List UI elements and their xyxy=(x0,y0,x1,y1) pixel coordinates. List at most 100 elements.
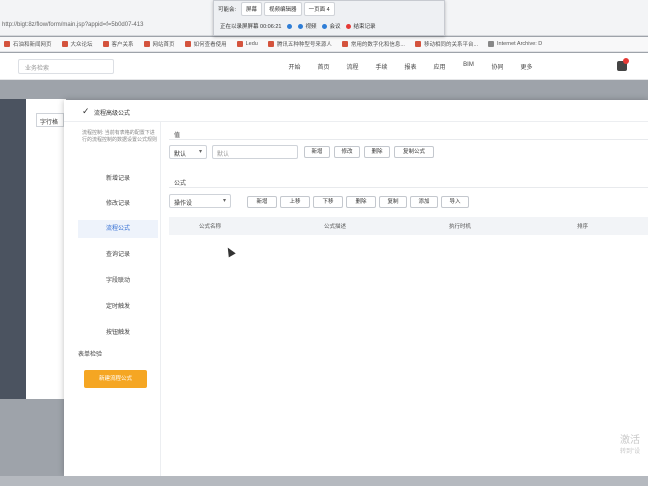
operation-select-text: 操作设 xyxy=(174,201,193,207)
column-header[interactable]: 公式名称 xyxy=(199,222,221,230)
bookmark-item[interactable]: Ledu xyxy=(236,41,258,47)
bookmark-icon xyxy=(488,41,495,47)
search-input[interactable]: 业务检索 xyxy=(18,59,114,74)
recording-timer: 正在以录屏屏幕 00:06:21 xyxy=(220,22,281,30)
column-header[interactable]: 执行时机 xyxy=(449,222,471,230)
chevron-down-icon: ▾ xyxy=(198,149,202,155)
recorder-label: 可能会: xyxy=(218,7,237,13)
new-flow-formula-button[interactable]: 新建流程公式 xyxy=(84,370,147,388)
dialog-sidebar: 流程控制: 当前有表格的配置下进行的流程控制的数据设置公式规则 新增记录 修改记… xyxy=(64,122,160,476)
divider xyxy=(169,187,648,188)
bookmark-label: Ledu xyxy=(245,41,258,47)
mic-button[interactable] xyxy=(287,23,293,29)
bookmark-label: 常用的数字化和信息... xyxy=(350,42,405,48)
bookmark-icon xyxy=(236,41,243,47)
edit-button[interactable]: 修改 xyxy=(334,146,360,158)
bookmark-label: 石油和新闻网页 xyxy=(13,42,52,48)
nav-item[interactable]: 协同 xyxy=(483,62,512,71)
stop-recording-button[interactable]: 结束记录 xyxy=(346,22,376,30)
url-text[interactable]: http://bigt:8z/flow/form/main.jsp?appid=… xyxy=(2,22,143,28)
add-formula-button[interactable]: 新增 xyxy=(247,196,277,208)
bookmarks-bar: 石油和新闻网页 大众论坛 客户关系 网站首页 如何查看使用 Ledu 腾讯五种种… xyxy=(0,37,648,52)
recorder-tab[interactable]: 一页面 4 xyxy=(303,2,335,16)
bookmark-item[interactable]: 网站首页 xyxy=(143,40,175,48)
left-sidebar xyxy=(0,99,26,399)
side-item-query-record[interactable]: 查询记录 xyxy=(78,246,158,264)
stop-label: 结束记录 xyxy=(353,24,376,30)
watermark-subtext: 转到"设 xyxy=(620,449,641,455)
bookmark-item[interactable]: 移动相同的关系平台... xyxy=(414,40,478,48)
recorder-tab[interactable]: 视频编辑器 xyxy=(264,2,302,16)
camera-icon xyxy=(298,23,304,29)
value-select-text: 默认 xyxy=(174,152,187,158)
bookmark-label: Internet Archive: D xyxy=(497,41,543,47)
video-button[interactable]: 视频 xyxy=(298,22,316,30)
footer-strip xyxy=(0,476,648,486)
recording-timer-text: 正在以录屏屏幕 00:06:21 xyxy=(220,24,282,30)
bookmark-item[interactable]: 大众论坛 xyxy=(61,40,93,48)
app-top-nav: 业务检索 开始 首页 流程 手续 报表 应用 BIM 协同 更多 xyxy=(0,53,648,80)
column-header[interactable]: 排序 xyxy=(577,222,588,230)
side-item-edit-record[interactable]: 修改记录 xyxy=(78,195,158,213)
operation-select[interactable]: 操作设 ▾ xyxy=(169,194,231,208)
bookmark-item[interactable]: 客户关系 xyxy=(102,40,134,48)
meeting-button[interactable]: 会议 xyxy=(322,22,340,30)
watermark-text: 激活 xyxy=(620,435,640,446)
video-label: 视频 xyxy=(305,24,317,30)
side-item-add-record[interactable]: 新增记录 xyxy=(78,170,158,188)
bookmark-label: 腾讯五种种型号来源人 xyxy=(276,42,332,48)
dialog-header: ✓ 流程高级公式 xyxy=(64,100,648,122)
add-button[interactable]: 新增 xyxy=(304,146,330,158)
meeting-label: 会议 xyxy=(329,24,341,30)
side-item-field-link[interactable]: 字段联动 xyxy=(78,272,158,290)
value-select[interactable]: 默认 ▾ xyxy=(169,145,207,159)
side-item-button-trigger[interactable]: 按钮触发 xyxy=(78,324,158,342)
nav-item[interactable]: 报表 xyxy=(396,62,425,71)
bookmark-item[interactable]: Internet Archive: D xyxy=(488,41,542,47)
bookmark-icon xyxy=(102,41,109,47)
formula-dialog: ✓ 流程高级公式 流程控制: 当前有表格的配置下进行的流程控制的数据设置公式规则… xyxy=(64,100,648,476)
copy-formula-button[interactable]: 复制公式 xyxy=(394,146,434,158)
bookmark-label: 如何查看使用 xyxy=(193,42,227,48)
bookmark-icon xyxy=(341,41,348,47)
move-down-button[interactable]: 下移 xyxy=(313,196,343,208)
copy-button[interactable]: 复制 xyxy=(379,196,407,208)
move-up-button[interactable]: 上移 xyxy=(280,196,310,208)
nav-item[interactable]: 更多 xyxy=(512,62,541,71)
formula-table-header: 公式名称 公式描述 执行时机 排序 xyxy=(169,217,648,235)
value-input[interactable]: 默认 xyxy=(212,145,298,159)
background-button[interactable]: 字行格 xyxy=(36,113,64,127)
bookmark-item[interactable]: 石油和新闻网页 xyxy=(4,40,52,48)
chevron-down-icon: ▾ xyxy=(222,198,226,204)
nav-item[interactable]: BIM xyxy=(454,62,483,71)
append-button[interactable]: 添加 xyxy=(410,196,438,208)
nav-item[interactable]: 首页 xyxy=(309,62,338,71)
stop-icon xyxy=(346,23,352,29)
side-item-timer-trigger[interactable]: 定时触发 xyxy=(78,298,158,316)
bookmark-icon xyxy=(61,41,68,47)
bookmark-label: 客户关系 xyxy=(111,42,134,48)
bookmark-icon xyxy=(184,41,191,47)
divider xyxy=(160,122,161,476)
nav-item[interactable]: 流程 xyxy=(338,62,367,71)
delete-formula-button[interactable]: 删除 xyxy=(346,196,376,208)
bookmark-item[interactable]: 腾讯五种种型号来源人 xyxy=(267,40,332,48)
background-page: 字行格 xyxy=(26,99,66,399)
nav-item[interactable]: 开始 xyxy=(280,62,309,71)
mic-icon xyxy=(287,23,293,29)
meeting-icon xyxy=(322,23,328,29)
side-item-form-check[interactable]: 表单检验 xyxy=(78,346,118,364)
main-nav: 开始 首页 流程 手续 报表 应用 BIM 协同 更多 xyxy=(280,62,541,71)
import-button[interactable]: 导入 xyxy=(441,196,469,208)
delete-button[interactable]: 删除 xyxy=(364,146,390,158)
bookmark-item[interactable]: 常用的数字化和信息... xyxy=(341,40,405,48)
nav-item[interactable]: 应用 xyxy=(425,62,454,71)
recorder-tab[interactable]: 屏幕 xyxy=(241,2,263,16)
side-item-flow-formula[interactable]: 流程公式 xyxy=(78,220,158,238)
bookmark-item[interactable]: 如何查看使用 xyxy=(184,40,227,48)
divider xyxy=(169,139,648,140)
check-icon: ✓ xyxy=(82,106,90,116)
nav-item[interactable]: 手续 xyxy=(367,62,396,71)
bookmark-icon xyxy=(414,41,421,47)
column-header[interactable]: 公式描述 xyxy=(324,222,346,230)
